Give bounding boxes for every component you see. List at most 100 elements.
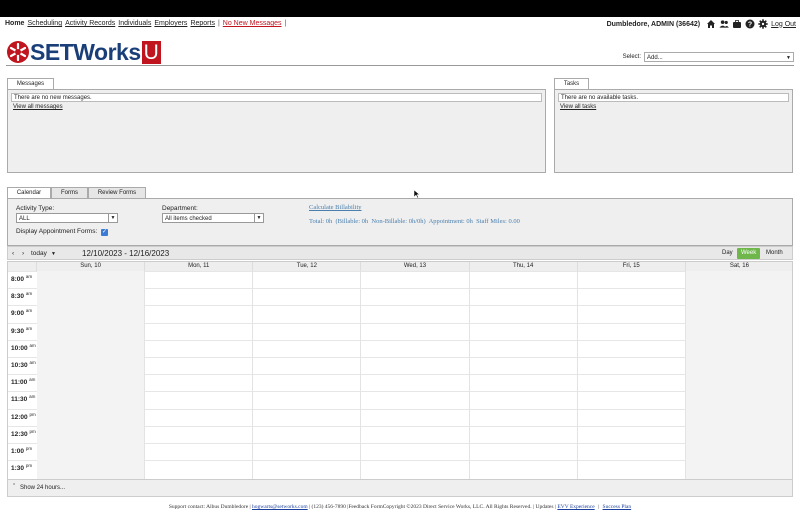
- display-forms-label: Display Appointment Forms:: [16, 228, 98, 235]
- time-label: 8:00 am: [11, 274, 32, 283]
- select-label: Select:: [622, 54, 641, 60]
- day-column[interactable]: [253, 271, 362, 479]
- time-label: 10:30 am: [11, 360, 36, 369]
- day-header: Thu, 14: [469, 262, 578, 271]
- time-value: 10:30: [11, 362, 28, 370]
- department-value: All items checked: [165, 216, 212, 222]
- main-menu: Home Scheduling Activity Records Individ…: [5, 20, 286, 27]
- chevron-down-icon[interactable]: ▼: [51, 251, 56, 257]
- success-plan-link[interactable]: Success Plan: [603, 504, 632, 510]
- time-label: 12:00 pm: [11, 412, 36, 421]
- time-value: 10:00: [11, 344, 28, 352]
- chevron-down-icon: ▼: [254, 214, 263, 222]
- user-menu: Dumbledore, ADMIN (36642) ? Log Out: [607, 19, 796, 29]
- time-meridiem: am: [25, 291, 33, 297]
- day-header: Fri, 15: [577, 262, 686, 271]
- add-select[interactable]: Add... ▼: [644, 52, 794, 62]
- calendar-toolbar: ‹ › today ▼ 12/10/2023 - 12/16/2023 Day …: [7, 246, 793, 260]
- time-meridiem: am: [29, 394, 36, 400]
- page-footer: Support contact: Albus Dumbledore | hogw…: [0, 504, 800, 510]
- show-24-hours-link[interactable]: Show 24 hours...: [20, 485, 65, 491]
- messages-panel: There are no new messages. View all mess…: [7, 89, 546, 173]
- tab-review-forms[interactable]: Review Forms: [88, 187, 146, 198]
- top-navigation: Home Scheduling Activity Records Individ…: [0, 17, 800, 33]
- day-header: Mon, 11: [145, 262, 254, 271]
- day-column[interactable]: [37, 271, 146, 479]
- time-meridiem: am: [25, 274, 33, 279]
- day-column[interactable]: [470, 271, 578, 479]
- logo-text: SETWorks: [30, 38, 141, 65]
- view-all-messages-link[interactable]: View all messages: [13, 104, 63, 110]
- display-forms-checkbox[interactable]: ✓: [101, 229, 108, 236]
- department-label: Department:: [162, 205, 198, 212]
- evv-experience-link[interactable]: EVV Experience: [557, 504, 594, 510]
- chevron-down-icon: ▼: [108, 214, 117, 222]
- day-header: Wed, 13: [361, 262, 470, 271]
- time-meridiem: pm: [29, 428, 36, 434]
- time-label: 8:30 am: [11, 291, 32, 300]
- tab-tasks[interactable]: Tasks: [554, 78, 589, 89]
- nav-messages-alert[interactable]: No New Messages: [223, 20, 282, 27]
- setworks-logo[interactable]: SETWorks U: [6, 38, 161, 66]
- time-label: 1:00 pm: [11, 446, 32, 455]
- time-value: 11:30: [11, 396, 28, 404]
- nav-individuals[interactable]: Individuals: [118, 20, 151, 27]
- nav-activity-records[interactable]: Activity Records: [65, 20, 115, 27]
- time-meridiem: pm: [25, 463, 33, 469]
- view-week-button[interactable]: Week: [737, 248, 761, 259]
- calendar-footer: ⌃ Show 24 hours...: [7, 480, 793, 497]
- logout-link[interactable]: Log Out: [771, 21, 796, 28]
- view-day-button[interactable]: Day: [718, 248, 737, 259]
- nav-reports[interactable]: Reports: [190, 20, 215, 27]
- quick-select: Select: Add... ▼: [623, 52, 794, 62]
- logo-mark-icon: [7, 41, 29, 63]
- time-header-corner: [8, 262, 37, 271]
- day-column[interactable]: [578, 271, 686, 479]
- calendar-filters: Activity Type: ALL ▼ Display Appointment…: [7, 198, 793, 246]
- time-meridiem: am: [29, 377, 36, 383]
- tab-forms[interactable]: Forms: [51, 187, 88, 198]
- mouse-cursor-icon: [414, 190, 420, 198]
- help-icon[interactable]: ?: [745, 19, 755, 29]
- nav-separator: |: [284, 20, 287, 27]
- day-column[interactable]: [361, 271, 470, 479]
- user-name: Dumbledore, ADMIN (36642): [606, 20, 701, 28]
- activity-type-label: Activity Type:: [16, 205, 55, 212]
- select-value: Add...: [647, 55, 663, 61]
- time-value: 1:00: [11, 448, 25, 456]
- nav-home[interactable]: Home: [5, 20, 24, 27]
- prev-week-button[interactable]: ‹: [12, 250, 14, 257]
- time-meridiem: am: [25, 325, 33, 331]
- time-meridiem: am: [25, 308, 33, 314]
- gear-icon[interactable]: [758, 19, 768, 29]
- view-all-tasks-link[interactable]: View all tasks: [560, 104, 596, 110]
- day-column[interactable]: [685, 271, 792, 479]
- date-range: 12/10/2023 - 12/16/2023: [82, 249, 170, 258]
- top-black-bar: [0, 0, 800, 17]
- next-week-button[interactable]: ›: [22, 250, 24, 257]
- day-column[interactable]: [145, 271, 254, 479]
- today-button[interactable]: today: [31, 250, 47, 257]
- users-icon[interactable]: [719, 19, 729, 29]
- time-value: 11:00: [11, 379, 28, 387]
- home-icon[interactable]: [706, 19, 716, 29]
- week-calendar-grid[interactable]: Sun, 10 Mon, 11 Tue, 12 Wed, 13 Thu, 14 Fri, …: [7, 261, 793, 480]
- time-value: 8:00: [11, 276, 25, 284]
- time-value: 9:30: [11, 327, 25, 335]
- department-select[interactable]: All items checked ▼: [162, 213, 264, 223]
- tasks-empty-text: There are no available tasks.: [558, 93, 789, 102]
- calculate-billability-link[interactable]: Calculate Billability: [309, 204, 362, 211]
- time-meridiem: pm: [25, 446, 33, 451]
- time-value: 12:30: [11, 430, 28, 438]
- time-value: 1:30: [11, 465, 25, 473]
- activity-type-select[interactable]: ALL ▼: [16, 213, 118, 223]
- nav-scheduling[interactable]: Scheduling: [27, 20, 62, 27]
- briefcase-icon[interactable]: [732, 19, 742, 29]
- support-email-link[interactable]: hogwarts@setworks.com: [252, 504, 308, 510]
- tab-messages[interactable]: Messages: [7, 78, 54, 89]
- time-meridiem: am: [29, 342, 36, 348]
- time-label: 9:00 am: [11, 308, 32, 317]
- nav-employers[interactable]: Employers: [154, 20, 187, 27]
- expand-icon: ⌃: [12, 483, 17, 489]
- view-month-button[interactable]: Month: [762, 248, 787, 259]
